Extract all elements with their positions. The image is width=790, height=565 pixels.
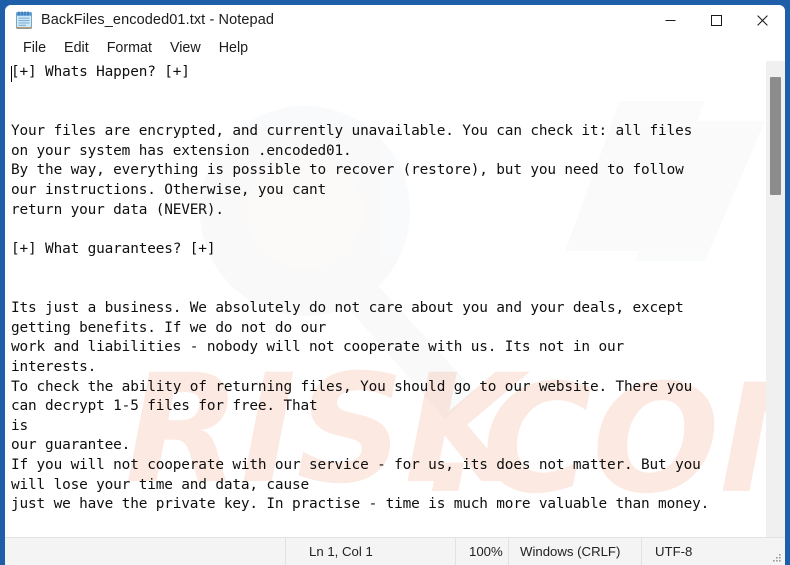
menu-bar: File Edit Format View Help [5, 36, 785, 61]
vertical-scrollbar[interactable] [766, 61, 785, 537]
window-title: BackFiles_encoded01.txt - Notepad [41, 12, 275, 28]
title-bar[interactable]: BackFiles_encoded01.txt - Notepad [5, 5, 785, 36]
close-icon [756, 15, 768, 26]
close-button[interactable] [739, 5, 785, 36]
resize-grip[interactable] [770, 550, 782, 562]
text-caret [11, 66, 12, 82]
editor-area: RISK .COM [+] Whats Happen? [+] Your fil… [5, 61, 785, 537]
text-content[interactable]: [+] Whats Happen? [+] Your files are enc… [5, 61, 766, 537]
notepad-icon [15, 11, 33, 30]
window-client-area: BackFiles_encoded01.txt - Notepad File E… [5, 5, 785, 565]
menu-item-format[interactable]: Format [98, 37, 161, 60]
menu-item-edit[interactable]: Edit [55, 37, 98, 60]
status-zoom[interactable]: 100% [455, 538, 503, 565]
maximize-button[interactable] [693, 5, 739, 36]
status-line-ending[interactable]: Windows (CRLF) [508, 538, 620, 565]
status-bar: Ln 1, Col 1 100% Windows (CRLF) UTF-8 [5, 537, 785, 565]
minimize-icon [665, 20, 675, 21]
notepad-window: BackFiles_encoded01.txt - Notepad File E… [0, 0, 790, 565]
status-line-column[interactable]: Ln 1, Col 1 [285, 538, 373, 565]
menu-item-file[interactable]: File [14, 37, 55, 60]
menu-item-view[interactable]: View [161, 37, 210, 60]
maximize-icon [710, 15, 722, 26]
scrollbar-thumb[interactable] [770, 77, 781, 195]
menu-item-help[interactable]: Help [210, 37, 257, 60]
status-encoding[interactable]: UTF-8 [641, 538, 692, 565]
minimize-button[interactable] [647, 5, 693, 36]
